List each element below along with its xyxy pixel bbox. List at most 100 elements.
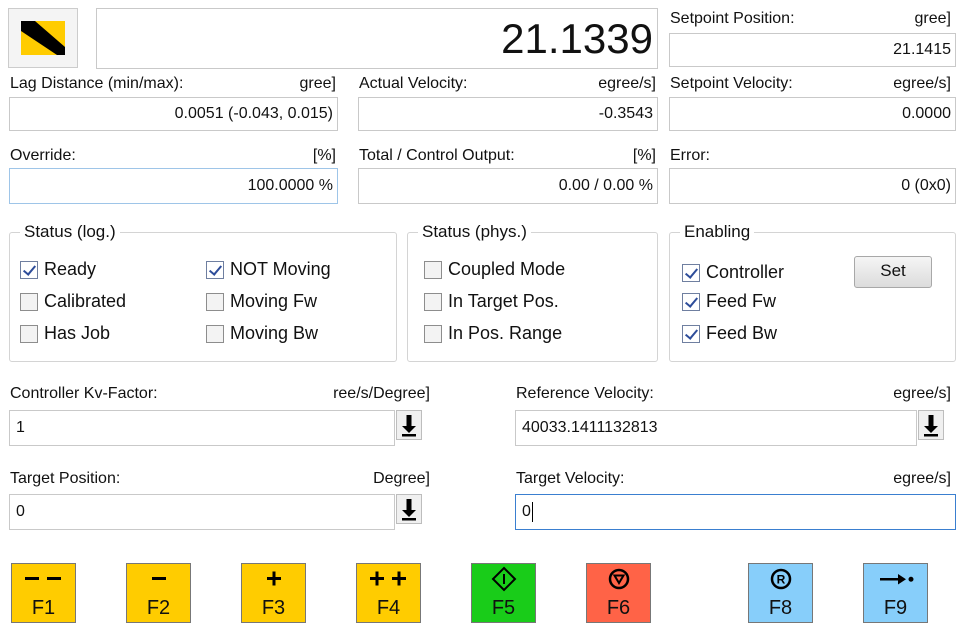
checkbox-label: Coupled Mode	[448, 259, 566, 279]
download-arrow-icon	[402, 415, 416, 437]
checkbox-unchecked-icon	[424, 292, 442, 311]
lag-distance-label: Lag Distance (min/max):	[10, 75, 184, 92]
checkbox-checked-icon	[682, 263, 700, 282]
checkbox-label: Moving Bw	[230, 323, 319, 343]
checkbox-feed-fw[interactable]: Feed Fw	[682, 291, 776, 312]
checkbox-unchecked-icon	[20, 292, 38, 311]
target-velocity-value: 0	[522, 503, 531, 520]
checkbox-unchecked-icon	[20, 324, 38, 343]
kv-factor-input[interactable]: 1	[9, 410, 395, 446]
f9-key-label: F9	[883, 597, 908, 619]
lag-distance-field: 0.0051 (-0.043, 0.015)	[9, 97, 338, 131]
f8-key-label: F8	[768, 597, 793, 619]
f6-key-label: F6	[606, 597, 631, 619]
checkbox-label: Feed Fw	[706, 291, 777, 311]
setpoint-position-value: 21.1415	[893, 41, 951, 58]
checkbox-checked-icon	[682, 292, 700, 311]
checkbox-unchecked-icon	[206, 292, 224, 311]
target-velocity-input[interactable]: 0	[515, 494, 956, 530]
checkbox-label: Controller	[706, 262, 785, 282]
f4-key[interactable]: F4	[356, 563, 421, 623]
total-output-field: 0.00 / 0.00 %	[358, 168, 658, 204]
total-output-value: 0.00 / 0.00 %	[558, 177, 653, 194]
stop-icon	[606, 566, 632, 592]
kv-factor-unit: ree/s/Degree]	[333, 385, 430, 402]
kv-factor-download-button[interactable]	[396, 410, 422, 440]
override-field[interactable]: 100.0000 %	[9, 168, 338, 204]
actual-velocity-label: Actual Velocity:	[359, 75, 468, 92]
setpoint-velocity-field: 0.0000	[669, 97, 956, 131]
text-cursor	[531, 501, 533, 522]
f9-key[interactable]: F9	[863, 563, 928, 623]
checkbox-checked-icon	[682, 324, 700, 343]
checkbox-in-target-pos[interactable]: In Target Pos.	[424, 291, 559, 312]
svg-text:R: R	[776, 573, 785, 587]
target-position-download-button[interactable]	[396, 494, 422, 524]
checkbox-label: Feed Bw	[706, 323, 778, 343]
checkbox-label: In Target Pos.	[448, 291, 559, 311]
position-display: 21.1339	[96, 8, 658, 69]
checkbox-ready[interactable]: Ready	[20, 259, 96, 280]
f1-key[interactable]: F1	[11, 563, 76, 623]
f5-key[interactable]: F5	[471, 563, 536, 623]
status-phys-group: Status (phys.) Coupled Mode In Target Po…	[407, 221, 658, 362]
f4-key-label: F4	[376, 597, 401, 619]
total-output-label: Total / Control Output:	[359, 147, 515, 164]
checkbox-label: In Pos. Range	[448, 323, 563, 343]
f2-key-label: F2	[146, 597, 171, 619]
f8-key[interactable]: R F8	[748, 563, 813, 623]
checkbox-coupled-mode[interactable]: Coupled Mode	[424, 259, 565, 280]
lag-distance-unit: gree]	[299, 75, 336, 92]
checkbox-not-moving[interactable]: NOT Moving	[206, 259, 331, 280]
minus-icon	[144, 566, 174, 592]
checkbox-controller[interactable]: Controller	[682, 262, 784, 283]
status-log-title: Status (log.)	[20, 221, 120, 243]
app-logo	[8, 8, 78, 68]
target-velocity-label: Target Velocity:	[516, 470, 625, 487]
set-button[interactable]: Set	[854, 256, 932, 288]
reference-velocity-label: Reference Velocity:	[516, 385, 654, 402]
checkbox-moving-fw[interactable]: Moving Fw	[206, 291, 317, 312]
checkbox-unchecked-icon	[424, 324, 442, 343]
checkbox-label: Has Job	[44, 323, 111, 343]
double-minus-icon	[19, 566, 69, 592]
actual-velocity-value: -0.3543	[598, 105, 653, 122]
reference-velocity-input[interactable]: 40033.1411132813	[515, 410, 917, 446]
f3-key-label: F3	[261, 597, 286, 619]
override-unit: [%]	[312, 147, 336, 164]
override-value: 100.0000 %	[247, 177, 333, 194]
f1-key-label: F1	[31, 597, 56, 619]
reference-velocity-unit: egree/s]	[893, 385, 951, 402]
logo-icon	[21, 21, 65, 55]
checkbox-feed-bw[interactable]: Feed Bw	[682, 323, 777, 344]
target-position-input[interactable]: 0	[9, 494, 395, 530]
checkbox-in-pos-range[interactable]: In Pos. Range	[424, 323, 562, 344]
checkbox-label: Moving Fw	[230, 291, 318, 311]
checkbox-calibrated[interactable]: Calibrated	[20, 291, 126, 312]
enabling-group: Enabling Controller Feed Fw Feed Bw Set	[669, 221, 956, 362]
target-velocity-unit: egree/s]	[893, 470, 951, 487]
reset-icon: R	[768, 566, 794, 592]
status-log-group: Status (log.) Ready Calibrated Has Job N…	[9, 221, 397, 362]
checkbox-unchecked-icon	[206, 324, 224, 343]
target-position-unit: Degree]	[373, 470, 430, 487]
checkbox-moving-bw[interactable]: Moving Bw	[206, 323, 318, 344]
error-field: 0 (0x0)	[669, 168, 956, 204]
error-value: 0 (0x0)	[901, 177, 951, 194]
error-label: Error:	[670, 147, 710, 164]
f5-key-label: F5	[491, 597, 516, 619]
kv-factor-label: Controller Kv-Factor:	[10, 385, 158, 402]
lag-distance-value: 0.0051 (-0.043, 0.015)	[174, 105, 333, 122]
checkbox-has-job[interactable]: Has Job	[20, 323, 110, 344]
f3-key[interactable]: F3	[241, 563, 306, 623]
f6-key[interactable]: F6	[586, 563, 651, 623]
target-position-label: Target Position:	[10, 470, 121, 487]
kv-factor-value: 1	[16, 419, 25, 436]
download-arrow-icon	[924, 415, 938, 437]
checkbox-label: Ready	[44, 259, 97, 279]
f2-key[interactable]: F2	[126, 563, 191, 623]
start-icon	[491, 566, 517, 592]
reference-velocity-download-button[interactable]	[918, 410, 944, 440]
actual-velocity-field: -0.3543	[358, 97, 658, 131]
plus-icon	[259, 566, 289, 592]
